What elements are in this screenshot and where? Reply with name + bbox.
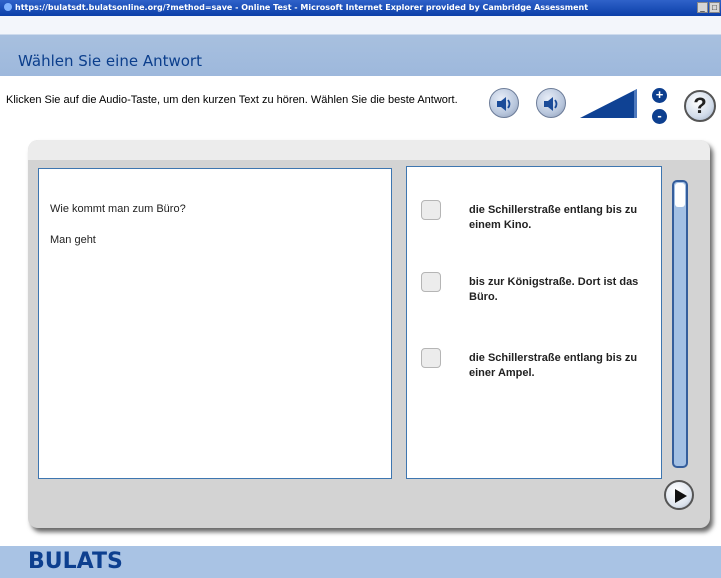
- window-title-text: https://bulatsdt.bulatsonline.org/?metho…: [15, 3, 589, 12]
- minimize-button[interactable]: _: [697, 2, 708, 13]
- page-title: Wählen Sie eine Antwort: [18, 52, 202, 70]
- zoom-in-button[interactable]: +: [652, 88, 667, 103]
- answer-option-2-text: bis zur Königstraße. Dort ist das Büro.: [469, 276, 639, 303]
- answer-option-1-text: die Schillerstraße entlang bis zu einem …: [469, 204, 638, 231]
- question-text: Wie kommt man zum Büro?: [50, 203, 186, 215]
- audio-play-button-1[interactable]: [489, 88, 519, 118]
- page-footer: BULATS: [0, 546, 721, 578]
- volume-control[interactable]: [580, 89, 638, 119]
- question-prompt: Man geht: [50, 234, 96, 246]
- speaker-icon: [497, 97, 511, 111]
- maximize-button[interactable]: □: [709, 2, 720, 13]
- answer-checkbox-1[interactable]: [421, 200, 441, 220]
- question-frame: Wie kommt man zum Büro? Man geht die Sch…: [28, 140, 710, 528]
- internet-explorer-icon: [4, 3, 12, 11]
- audio-play-button-2[interactable]: [536, 88, 566, 118]
- window-controls: _ □: [697, 2, 720, 13]
- scrollbar-thumb[interactable]: [675, 183, 685, 207]
- bulats-logo: BULATS: [28, 549, 123, 574]
- answer-option-3-text: die Schillerstraße entlang bis zu einer …: [469, 352, 638, 379]
- instructions-text: Klicken Sie auf die Audio-Taste, um den …: [6, 94, 458, 106]
- next-button[interactable]: [664, 480, 694, 510]
- answer-scrollbar[interactable]: [672, 180, 688, 468]
- answer-pane: die Schillerstraße entlang bis zu einem …: [406, 166, 662, 479]
- help-button[interactable]: ?: [684, 90, 716, 122]
- answer-checkbox-2[interactable]: [421, 272, 441, 292]
- question-pane: Wie kommt man zum Büro? Man geht: [38, 168, 392, 479]
- speaker-icon: [544, 97, 558, 111]
- page-header: Wählen Sie eine Antwort: [0, 16, 721, 76]
- frame-top-bar: [28, 140, 710, 160]
- volume-ramp-icon: [580, 89, 637, 118]
- zoom-out-button[interactable]: -: [652, 109, 667, 124]
- window-title: https://bulatsdt.bulatsonline.org/?metho…: [4, 0, 588, 16]
- window-title-bar: https://bulatsdt.bulatsonline.org/?metho…: [0, 0, 721, 16]
- answer-checkbox-3[interactable]: [421, 348, 441, 368]
- play-arrow-icon: [675, 489, 687, 503]
